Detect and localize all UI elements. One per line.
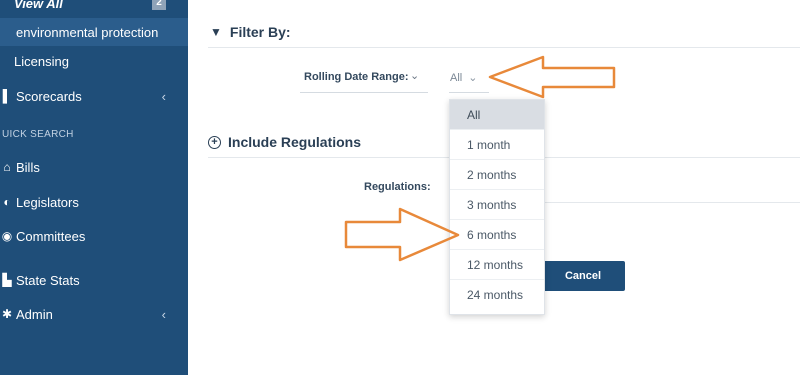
plus-circle-icon: + (208, 135, 221, 149)
quick-search-heading: UICK SEARCH (2, 129, 74, 140)
gear-icon: ✱ (1, 307, 13, 321)
chevron-left-icon: ‹ (161, 88, 166, 104)
dropdown-option-2-months[interactable]: 2 months (450, 160, 544, 190)
sidebar-item-label: Committees (16, 228, 86, 244)
sidebar-item-state-stats[interactable]: ▙ State Stats (0, 267, 188, 293)
include-regulations-label: Include Regulations (228, 134, 362, 150)
dropdown-option-1-month[interactable]: 1 month (450, 130, 544, 160)
bills-icon: ⌂ (3, 160, 11, 174)
sidebar-item-view-all[interactable]: View All 2 (0, 0, 188, 12)
divider (208, 47, 800, 48)
sidebar-item-legislators[interactable]: ◐ Legislators (0, 189, 188, 215)
chevron-left-icon: ‹ (161, 306, 166, 322)
sidebar-item-committees[interactable]: ◉ Committees (0, 223, 188, 249)
committees-icon: ◉ (1, 229, 13, 243)
select-value: All (450, 72, 463, 84)
sidebar-item-environmental-protection[interactable]: environmental protection (0, 18, 188, 46)
legislators-icon: ◐ (3, 195, 11, 209)
filter-title-text: Filter By: (229, 24, 291, 40)
sidebar-item-label: Licensing (14, 53, 69, 69)
sidebar-item-bills[interactable]: ⌂ Bills (0, 154, 188, 180)
select-underline (449, 92, 489, 93)
sidebar-item-label: Bills (16, 159, 40, 175)
dropdown-option-3-months[interactable]: 3 months (450, 190, 544, 220)
sidebar-item-label: Legislators (16, 194, 79, 210)
rolling-date-range-label: Rolling Date Range: (304, 71, 409, 83)
dropdown-option-all[interactable]: All (450, 100, 544, 130)
view-all-label: View All (14, 0, 63, 11)
sidebar-item-label: State Stats (16, 272, 80, 288)
scorecards-icon: ▌ (2, 89, 12, 103)
filter-by-heading: ▼ Filter By: (210, 24, 291, 40)
include-regulations-toggle[interactable]: + Include Regulations (208, 134, 361, 150)
sidebar-item-label: Scorecards (16, 88, 82, 104)
sidebar-item-label: environmental protection (16, 24, 159, 40)
sidebar: View All 2 environmental protection Lice… (0, 0, 188, 375)
dropdown-option-6-months[interactable]: 6 months (450, 220, 544, 250)
filter-icon: ▼ (210, 25, 222, 39)
sidebar-item-admin[interactable]: ✱ Admin ‹ (0, 301, 188, 327)
regulations-field-underline (545, 202, 800, 203)
dropdown-option-12-months[interactable]: 12 months (450, 250, 544, 280)
sidebar-item-scorecards[interactable]: ▌ Scorecards ‹ (0, 83, 188, 109)
chevron-down-icon: ⌄ (468, 72, 478, 84)
count-badge: 2 (152, 0, 166, 10)
chevron-down-icon[interactable]: ⌄ (410, 69, 419, 82)
cancel-button[interactable]: Cancel (541, 261, 625, 291)
sidebar-item-licensing[interactable]: Licensing (0, 48, 188, 74)
map-icon: ▙ (2, 273, 12, 287)
regulations-label: Regulations: (364, 181, 431, 193)
dropdown-option-24-months[interactable]: 24 months (450, 280, 544, 310)
date-range-dropdown: All 1 month 2 months 3 months 6 months 1… (449, 99, 545, 315)
annotation-arrow-right (344, 207, 460, 262)
rolling-date-range-select[interactable]: All ⌄ (450, 71, 478, 84)
annotation-arrow-left (488, 55, 616, 99)
sidebar-item-label: Admin (16, 306, 53, 322)
field-underline (300, 92, 428, 93)
